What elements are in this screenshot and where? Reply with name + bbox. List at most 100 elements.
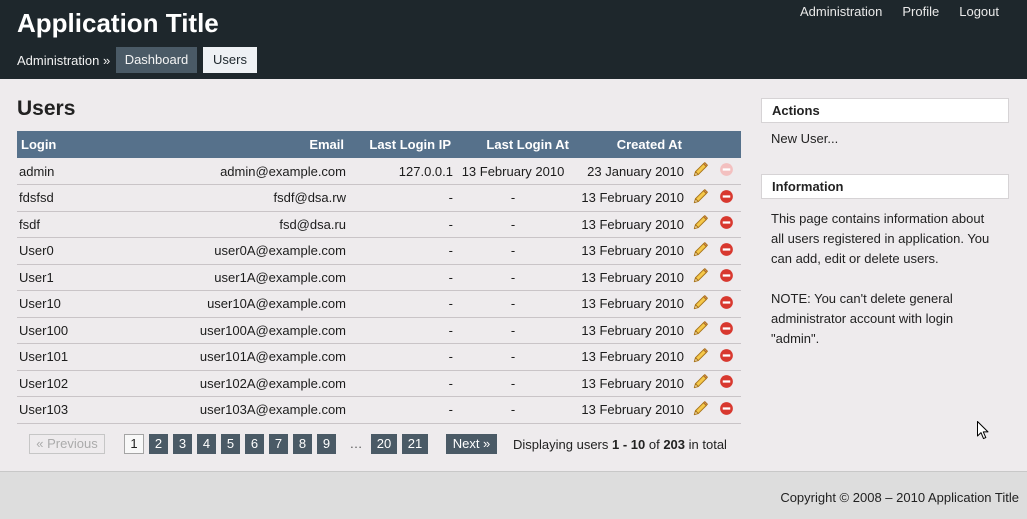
- cell-email: user1A@example.com: [180, 264, 350, 291]
- cell-email: admin@example.com: [180, 158, 350, 185]
- delete-icon[interactable]: [719, 374, 734, 389]
- pencil-icon[interactable]: [693, 162, 708, 177]
- page-button-2[interactable]: 2: [149, 434, 168, 454]
- top-nav-logout[interactable]: Logout: [959, 4, 999, 20]
- cell-last-login-at: -: [457, 396, 575, 424]
- table-header: Login Email Last Login IP Last Login At …: [17, 131, 741, 158]
- delete-icon[interactable]: [719, 295, 734, 310]
- summary-range: 1 - 10: [612, 436, 646, 452]
- cell-login: User103: [17, 396, 180, 424]
- pencil-icon[interactable]: [693, 295, 708, 310]
- cell-last-login-at: -: [457, 343, 575, 371]
- cell-edit: [688, 290, 712, 318]
- cell-email: fsd@dsa.ru: [180, 211, 350, 238]
- cell-created-at: 13 February 2010: [575, 317, 688, 344]
- footer: Copyright © 2008 – 2010 Application Titl…: [0, 471, 1027, 519]
- cell-created-at: 13 February 2010: [575, 370, 688, 397]
- page-button-8[interactable]: 8: [293, 434, 312, 454]
- page-title: Users: [17, 97, 76, 120]
- column-header-edit: [688, 131, 712, 158]
- delete-icon[interactable]: [719, 401, 734, 416]
- pencil-icon[interactable]: [693, 348, 708, 363]
- new-user-link[interactable]: New User...: [771, 131, 838, 147]
- table-body: admin admin@example.com 127.0.0.1 13 Feb…: [17, 158, 741, 424]
- cell-last-login-at: -: [457, 317, 575, 344]
- cell-last-login-ip: -: [350, 343, 457, 371]
- pencil-icon[interactable]: [693, 242, 708, 257]
- cell-email: user100A@example.com: [180, 317, 350, 344]
- tab-users[interactable]: Users: [203, 47, 257, 73]
- cell-edit: [688, 317, 712, 344]
- cell-login: User102: [17, 370, 180, 397]
- breadcrumb-administration[interactable]: Administration: [17, 53, 99, 68]
- copyright: Copyright © 2008 – 2010 Application Titl…: [780, 490, 1019, 505]
- cell-last-login-at: -: [457, 290, 575, 318]
- tab-dashboard[interactable]: Dashboard: [116, 47, 197, 73]
- pencil-icon[interactable]: [693, 401, 708, 416]
- users-table: Login Email Last Login IP Last Login At …: [17, 131, 741, 424]
- page-button-1: 1: [124, 434, 144, 454]
- delete-icon[interactable]: [719, 268, 734, 283]
- delete-icon[interactable]: [719, 348, 734, 363]
- cell-delete: [712, 370, 741, 397]
- pencil-icon[interactable]: [693, 321, 708, 336]
- cell-edit: [688, 264, 712, 291]
- table-row: User1 user1A@example.com - - 13 February…: [17, 264, 741, 291]
- table-header-row: Login Email Last Login IP Last Login At …: [17, 131, 741, 158]
- cell-delete: [712, 184, 741, 212]
- pencil-icon[interactable]: [693, 215, 708, 230]
- delete-icon[interactable]: [719, 189, 734, 204]
- next-page-button[interactable]: Next »: [446, 434, 497, 454]
- cell-edit: [688, 343, 712, 371]
- table-row: User100 user100A@example.com - - 13 Febr…: [17, 317, 741, 344]
- cell-last-login-ip: -: [350, 317, 457, 344]
- cell-last-login-ip: 127.0.0.1: [350, 158, 457, 185]
- cell-created-at: 13 February 2010: [575, 343, 688, 371]
- app-title[interactable]: Application Title: [17, 10, 219, 36]
- summary-total: 203: [663, 436, 686, 452]
- page-button-6[interactable]: 6: [245, 434, 264, 454]
- cell-email: user0A@example.com: [180, 237, 350, 265]
- pencil-icon[interactable]: [693, 374, 708, 389]
- page-button-5[interactable]: 5: [221, 434, 240, 454]
- page-button-20[interactable]: 20: [371, 434, 397, 454]
- cell-email: user103A@example.com: [180, 396, 350, 424]
- cell-login: User101: [17, 343, 180, 371]
- cell-edit: [688, 184, 712, 212]
- cell-login: User1: [17, 264, 180, 291]
- pencil-icon[interactable]: [693, 268, 708, 283]
- actions-box-title: Actions: [761, 98, 1009, 123]
- pagination-summary: Displaying users 1 - 10 of 203 in total: [513, 437, 727, 452]
- column-header-login: Login: [17, 131, 180, 158]
- page-button-21[interactable]: 21: [402, 434, 428, 454]
- information-note: NOTE: You can't delete general administr…: [771, 291, 954, 346]
- top-nav: Administration Profile Logout: [800, 4, 999, 20]
- cell-last-login-at: -: [457, 370, 575, 397]
- page-button-3[interactable]: 3: [173, 434, 192, 454]
- delete-icon[interactable]: [719, 215, 734, 230]
- cell-created-at: 13 February 2010: [575, 211, 688, 238]
- cell-created-at: 13 February 2010: [575, 396, 688, 424]
- cell-last-login-at: 13 February 2010: [457, 158, 575, 185]
- page-button-7[interactable]: 7: [269, 434, 288, 454]
- previous-page-button: « Previous: [29, 434, 105, 454]
- cell-delete: [712, 211, 741, 238]
- pagination: « Previous 1 2 3 4 5 6 7 8 9 … 20 21 Nex…: [29, 434, 727, 454]
- top-nav-administration[interactable]: Administration: [800, 4, 882, 20]
- delete-icon[interactable]: [719, 242, 734, 257]
- cell-delete: [712, 264, 741, 291]
- top-nav-profile[interactable]: Profile: [902, 4, 939, 20]
- cell-last-login-ip: -: [350, 237, 457, 265]
- page-button-9[interactable]: 9: [317, 434, 336, 454]
- table-row: fdsfsd fsdf@dsa.rw - - 13 February 2010: [17, 184, 741, 212]
- cell-login: User10: [17, 290, 180, 318]
- page-button-4[interactable]: 4: [197, 434, 216, 454]
- pencil-icon[interactable]: [693, 189, 708, 204]
- cell-created-at: 13 February 2010: [575, 264, 688, 291]
- column-header-email: Email: [180, 131, 350, 158]
- admin-page: { "app": {"title": "Application Title"},…: [0, 0, 1027, 519]
- cell-last-login-at: -: [457, 237, 575, 265]
- delete-icon[interactable]: [719, 321, 734, 336]
- cell-last-login-at: -: [457, 264, 575, 291]
- cell-edit: [688, 370, 712, 397]
